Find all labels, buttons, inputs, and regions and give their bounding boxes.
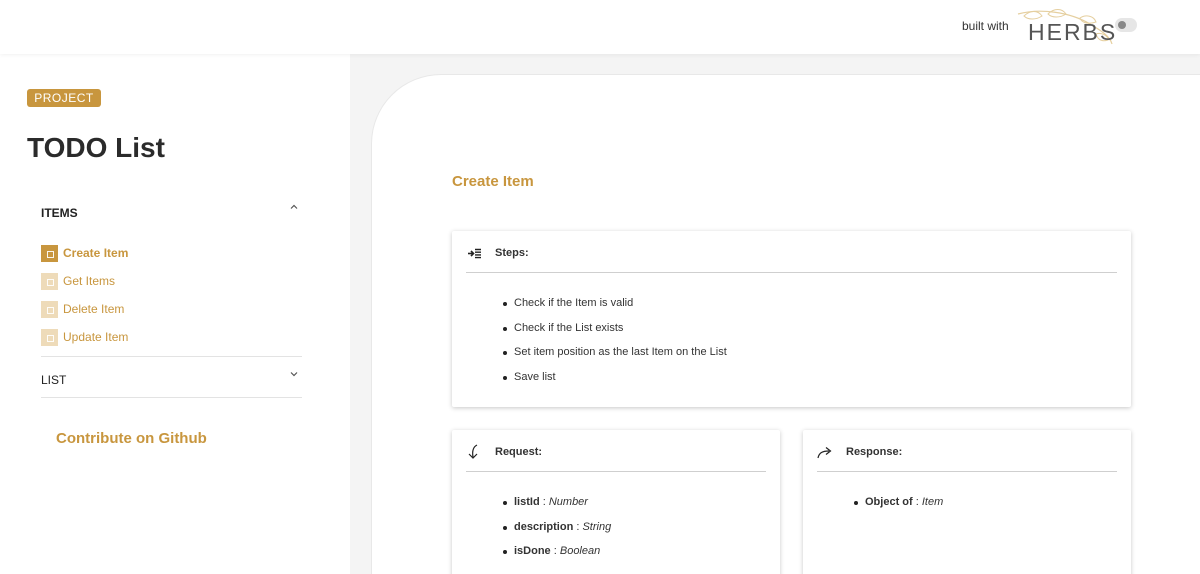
- field-name: Object of: [865, 496, 913, 508]
- field-separator: :: [912, 496, 922, 508]
- list-item: Check if the Item is valid: [503, 297, 727, 322]
- list-item: Object of : Item: [853, 496, 944, 521]
- field-separator: :: [550, 545, 560, 557]
- page-title: Create Item: [452, 173, 534, 190]
- sidebar-item-update-item[interactable]: Update Item: [41, 328, 128, 346]
- built-with-label: built with: [962, 19, 1009, 33]
- card-divider: [817, 471, 1117, 472]
- arrow-down-curved-icon: [466, 444, 482, 460]
- field-type: Item: [921, 496, 944, 508]
- sidebar-item-label: Create Item: [63, 246, 129, 260]
- sidebar-item-label: Update Item: [63, 330, 129, 344]
- project-title: TODO List: [27, 132, 165, 163]
- list-item: isDone : Boolean: [502, 545, 611, 570]
- list-item: listId : Number: [502, 496, 611, 521]
- steps-card-header: Steps:: [466, 243, 529, 263]
- share-arrow-icon: [817, 444, 833, 460]
- top-bar: built with HERBS: [0, 0, 1200, 54]
- steps-list: Check if the Item is valid Check if the …: [503, 297, 727, 396]
- sidebar-item-label: Get Items: [63, 274, 116, 288]
- sidebar-item-get-items[interactable]: Get Items: [41, 272, 115, 290]
- chevron-down-icon: [290, 372, 298, 377]
- list-item: Set item position as the last Item on th…: [503, 346, 727, 371]
- project-badge: PROJECT: [27, 89, 101, 107]
- field-name: description: [514, 520, 574, 533]
- response-title: Response:: [846, 446, 903, 458]
- chevron-up-icon: [290, 204, 298, 209]
- field-separator: :: [539, 496, 549, 508]
- card-divider: [466, 272, 1117, 273]
- theme-toggle[interactable]: [1115, 18, 1137, 32]
- field-type: Boolean: [559, 545, 601, 557]
- step-square-icon: [41, 244, 58, 262]
- request-card: Request: listId : Number description : S…: [452, 430, 780, 574]
- sidebar: PROJECT TODO List ITEMS Create Item Get …: [0, 54, 350, 574]
- section-list-label: LIST: [41, 373, 67, 387]
- field-name: isDone: [514, 545, 551, 557]
- sidebar-item-label: Delete Item: [63, 302, 125, 316]
- card-divider: [466, 471, 766, 472]
- section-items-header[interactable]: ITEMS: [41, 204, 303, 226]
- list-item: description : String: [502, 520, 612, 546]
- field-type: Number: [548, 496, 588, 508]
- indent-list-icon: [466, 245, 482, 261]
- response-fields-list: Object of : Item: [853, 496, 944, 521]
- section-items-label: ITEMS: [41, 206, 78, 220]
- request-card-header: Request:: [466, 442, 542, 462]
- field-type: String: [582, 520, 612, 533]
- response-card-header: Response:: [817, 442, 902, 462]
- request-title: Request:: [495, 446, 543, 458]
- step-square-icon: [41, 300, 58, 318]
- list-item: Save list: [503, 371, 727, 396]
- list-item: Check if the List exists: [503, 322, 727, 347]
- divider: [41, 356, 302, 357]
- herbs-logo-text: HERBS: [1028, 19, 1118, 45]
- steps-card: Steps: Check if the Item is valid Check …: [452, 231, 1131, 407]
- response-card: Response: Object of : Item: [803, 430, 1131, 574]
- sidebar-item-delete-item[interactable]: Delete Item: [41, 300, 124, 318]
- divider: [41, 397, 302, 398]
- field-name: listId: [514, 496, 540, 508]
- steps-title: Steps:: [495, 247, 529, 259]
- contribute-github-link[interactable]: Contribute on Github: [56, 430, 207, 447]
- step-square-icon: [41, 328, 58, 346]
- section-list-header[interactable]: LIST: [41, 371, 303, 393]
- step-square-icon: [41, 272, 58, 290]
- request-fields-list: listId : Number description : String isD…: [502, 496, 612, 570]
- toggle-knob: [1118, 21, 1126, 29]
- sidebar-item-create-item[interactable]: Create Item: [41, 244, 128, 262]
